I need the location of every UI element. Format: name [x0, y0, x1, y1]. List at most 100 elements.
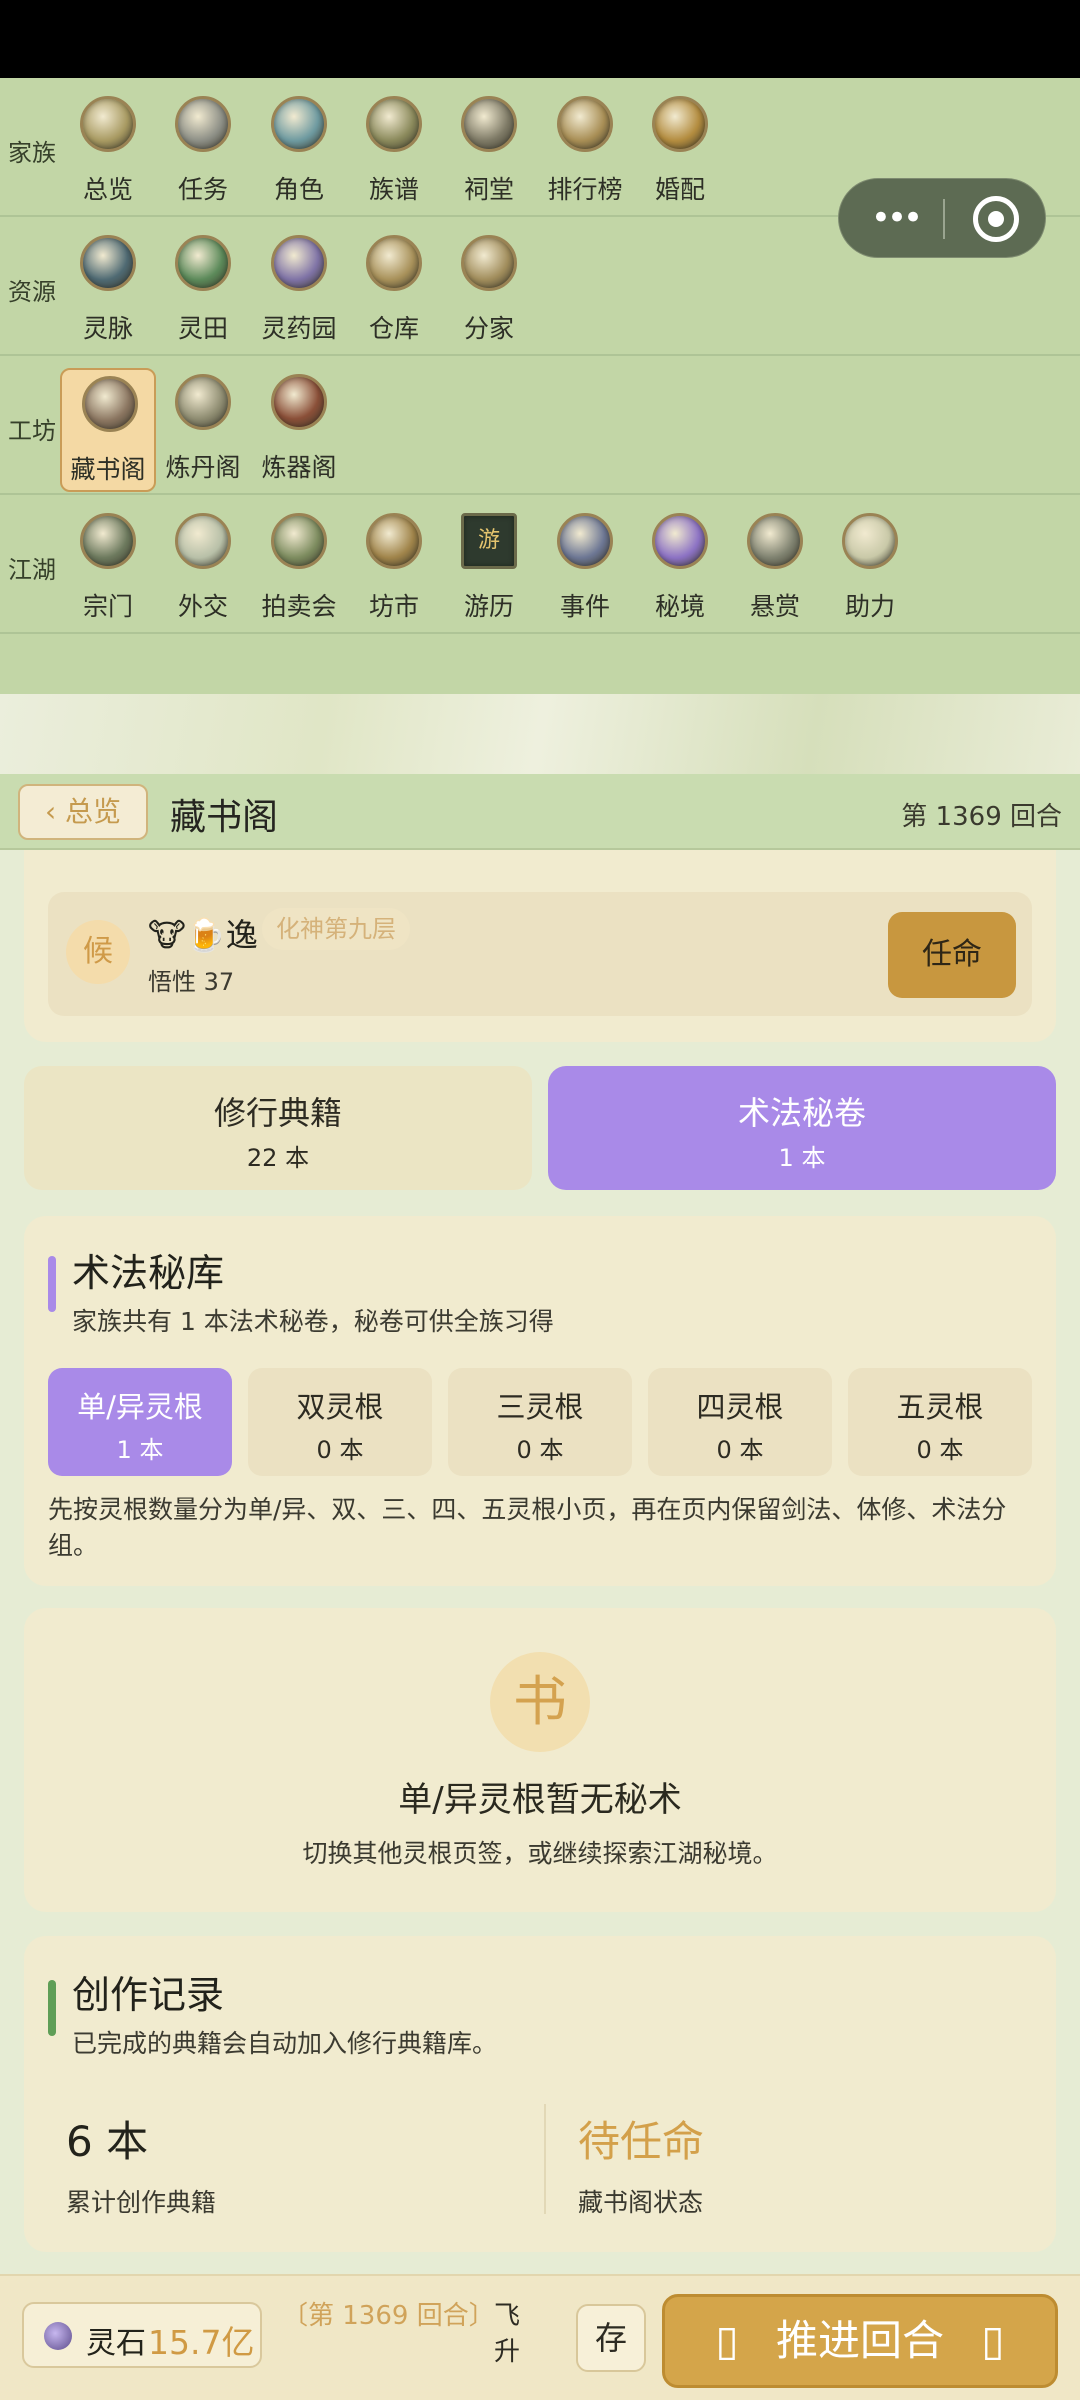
save-button[interactable]: 存 [576, 2304, 646, 2372]
nav-row: 江湖 宗门 外交 拍卖会 坊市游游历 事件 秘境 悬赏 助力 [0, 495, 1080, 634]
warehouse-icon [366, 235, 422, 291]
nav-item-label: 炼器阁 [261, 453, 337, 482]
spirit-root-label: 五灵根 [896, 1390, 984, 1424]
candidate-comprehension: 悟性 37 [148, 968, 235, 996]
advance-turn-label: 推进回合 [775, 2316, 944, 2365]
decorative-banner [0, 694, 1080, 774]
empty-state-card: 书 单/异灵根暂无秘术 切换其他灵根页签，或继续探索江湖秘境。 [24, 1608, 1056, 1912]
empty-hint: 切换其他灵根页签，或继续探索江湖秘境。 [302, 1839, 778, 1868]
appointment-card: 候 🐮🍺逸 化神第九层 悟性 37 任命 [24, 850, 1056, 1042]
leaderboard-icon [557, 96, 613, 152]
nav-item-label: 宗门 [82, 592, 133, 621]
ascend-label[interactable]: 飞升 [494, 2298, 524, 2370]
nav-item-warehouse[interactable]: 仓库 [346, 229, 442, 353]
nav-item-diplomacy[interactable]: 外交 [155, 507, 251, 631]
spirit-root-label: 三灵根 [496, 1390, 584, 1424]
nav-item-label: 悬赏 [749, 592, 800, 621]
nav-panel: 家族 总览 任务 角色 族谱 祠堂 排行榜 婚配 资源 灵脉 灵田 灵药园 仓库 分家 工坊 藏书阁 炼丹阁 炼器… [0, 78, 1080, 766]
advance-turn-button[interactable]: ▯ 推进回合 ▯ [662, 2294, 1058, 2388]
tab-spell-scrolls[interactable]: 术法秘卷 1 本 [548, 1066, 1056, 1190]
tab-count: 22 本 [246, 1144, 310, 1172]
candidate-name: 🐮🍺逸 [148, 916, 258, 954]
nav-item-forge[interactable]: 炼器阁 [251, 368, 347, 492]
section-title: 术法秘库 [72, 1251, 225, 1295]
creation-record-card: 创作记录 已完成的典籍会自动加入修行典籍库。 6 本 累计创作典籍 待任命 藏书… [24, 1936, 1056, 2252]
tab-cultivation-books[interactable]: 修行典籍 22 本 [24, 1066, 532, 1190]
alchemy-icon [175, 374, 231, 430]
nav-item-label: 婚配 [654, 175, 705, 204]
market-icon [366, 513, 422, 569]
travel-icon: 游 [461, 513, 517, 569]
nav-item-label: 总览 [82, 175, 133, 204]
grouping-note: 先按灵根数量分为单/异、双、三、四、五灵根小页，再在页内保留剑法、体修、术法分组… [48, 1495, 1007, 1560]
tab-label: 修行典籍 [213, 1094, 342, 1132]
advance-right-icon: ▯ [981, 2316, 1005, 2365]
spirit-root-tab[interactable]: 四灵根 0 本 [648, 1368, 832, 1476]
nav-item-label: 灵田 [177, 314, 228, 343]
total-books-stat: 6 本 累计创作典籍 [66, 2108, 216, 2219]
tab-label: 术法秘卷 [737, 1094, 866, 1132]
advance-left-icon: ▯ [715, 2316, 739, 2365]
nav-item-label: 灵药园 [261, 314, 337, 343]
spirit-stone-label: 灵石 [86, 2326, 146, 2361]
nav-item-task[interactable]: 任务 [155, 90, 251, 214]
nav-item-label: 角色 [273, 175, 324, 204]
nav-row-label: 家族 [8, 139, 56, 167]
section-subtitle: 已完成的典籍会自动加入修行典籍库。 [72, 2029, 498, 2058]
back-button[interactable]: ‹ 总览 [18, 784, 148, 840]
spirit-root-tab[interactable]: 三灵根 0 本 [448, 1368, 632, 1476]
nav-item-auction[interactable]: 拍卖会 [251, 507, 347, 631]
nav-item-family-tree[interactable]: 族谱 [346, 90, 442, 214]
spirit-root-count: 0 本 [916, 1436, 964, 1464]
page-title: 藏书阁 [170, 797, 279, 838]
spirit-stone-icon [44, 2322, 72, 2350]
nav-item-alchemy[interactable]: 炼丹阁 [155, 368, 251, 492]
nav-item-character[interactable]: 角色 [251, 90, 347, 214]
nav-item-label: 分家 [463, 314, 514, 343]
nav-item-secret-realm[interactable]: 秘境 [632, 507, 728, 631]
turn-counter: 第 1369 回合 [901, 802, 1062, 832]
appoint-button[interactable]: 任命 [888, 912, 1016, 998]
library-status-label: 藏书阁状态 [578, 2188, 704, 2217]
section-title: 创作记录 [72, 1973, 225, 2017]
mini-program-capsule: ••• [838, 178, 1046, 258]
nav-item-assist[interactable]: 助力 [822, 507, 918, 631]
candidate-row: 候 🐮🍺逸 化神第九层 悟性 37 任命 [48, 892, 1032, 1016]
nav-item-event[interactable]: 事件 [537, 507, 633, 631]
bottom-bar: 灵石 15.7亿 〔第 1369 回合〕 飞升 存 ▯ 推进回合 ▯ [0, 2274, 1080, 2400]
marriage-icon [652, 96, 708, 152]
nav-row-label: 资源 [8, 278, 56, 306]
spirit-root-count: 1 本 [116, 1436, 164, 1464]
nav-item-ancestral-hall[interactable]: 祠堂 [441, 90, 537, 214]
total-books-value: 6 本 [66, 2117, 149, 2166]
more-icon[interactable]: ••• [865, 193, 925, 243]
spirit-stone-counter[interactable]: 灵石 15.7亿 [22, 2302, 262, 2368]
nav-item-herb-garden[interactable]: 灵药园 [251, 229, 347, 353]
nav-item-travel[interactable]: 游游历 [441, 507, 537, 631]
spirit-root-tab[interactable]: 五灵根 0 本 [848, 1368, 1032, 1476]
candidate-badge: 候 [66, 920, 130, 984]
stat-divider [544, 2104, 546, 2214]
page-header: ‹ 总览 藏书阁 第 1369 回合 [0, 774, 1080, 850]
branch-family-icon [461, 235, 517, 291]
nav-item-leaderboard[interactable]: 排行榜 [537, 90, 633, 214]
nav-item-spirit-vein[interactable]: 灵脉 [60, 229, 156, 353]
nav-item-overview[interactable]: 总览 [60, 90, 156, 214]
spirit-root-tab[interactable]: 单/异灵根 1 本 [48, 1368, 232, 1476]
nav-item-branch-family[interactable]: 分家 [441, 229, 537, 353]
candidate-realm-badge: 化神第九层 [262, 908, 410, 950]
status-bar [0, 0, 1080, 78]
spirit-root-tab[interactable]: 双灵根 0 本 [248, 1368, 432, 1476]
nav-item-label: 外交 [177, 592, 228, 621]
close-target-icon[interactable] [973, 196, 1019, 242]
task-icon [175, 96, 231, 152]
nav-item-bounty[interactable]: 悬赏 [727, 507, 823, 631]
nav-item-marriage[interactable]: 婚配 [632, 90, 728, 214]
nav-item-label: 助力 [844, 592, 895, 621]
nav-item-market[interactable]: 坊市 [346, 507, 442, 631]
nav-item-sect[interactable]: 宗门 [60, 507, 156, 631]
nav-item-spirit-field[interactable]: 灵田 [155, 229, 251, 353]
nav-item-library[interactable]: 藏书阁 [60, 368, 156, 492]
auction-icon [271, 513, 327, 569]
nav-item-label: 拍卖会 [261, 592, 337, 621]
